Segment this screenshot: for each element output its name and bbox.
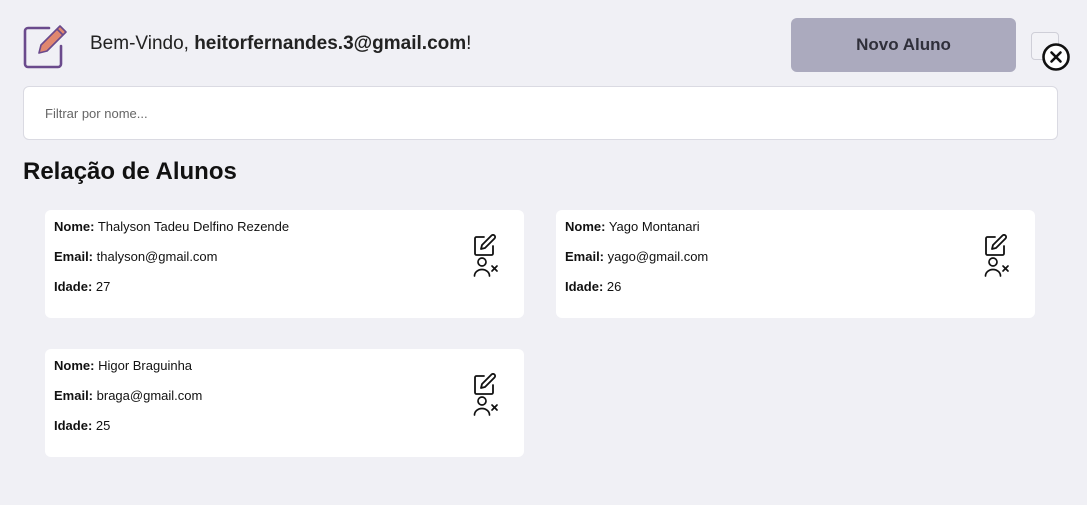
card-actions	[984, 234, 1010, 278]
user-remove-icon[interactable]	[984, 256, 1010, 278]
student-name: Nome: Higor Braguinha	[54, 358, 192, 373]
student-email: Email: thalyson@gmail.com	[54, 249, 218, 264]
email-label: Email:	[54, 388, 94, 403]
student-name: Nome: Thalyson Tadeu Delfino Rezende	[54, 219, 289, 234]
student-card: Nome: Higor Braguinha Email: braga@gmail…	[45, 349, 524, 457]
student-card: Nome: Yago Montanari Email: yago@gmail.c…	[556, 210, 1035, 318]
email-label: Email:	[565, 249, 605, 264]
user-remove-icon[interactable]	[473, 395, 499, 417]
student-age: Idade: 26	[565, 279, 621, 294]
welcome-message: Bem-Vindo, heitorfernandes.3@gmail.com!	[90, 33, 471, 55]
edit-icon[interactable]	[984, 234, 1008, 256]
age-value: 26	[606, 279, 622, 294]
user-remove-icon[interactable]	[473, 256, 499, 278]
email-value: braga@gmail.com	[96, 388, 203, 403]
user-email: heitorfernandes.3@gmail.com	[194, 33, 467, 54]
email-label: Email:	[54, 249, 94, 264]
search-input[interactable]	[23, 86, 1058, 140]
welcome-suffix: !	[466, 33, 472, 54]
edit-note-icon	[23, 25, 67, 69]
name-label: Nome:	[54, 358, 95, 373]
name-label: Nome:	[54, 219, 95, 234]
name-value: Higor Braguinha	[98, 358, 193, 373]
name-value: Thalyson Tadeu Delfino Rezende	[97, 219, 290, 234]
email-value: thalyson@gmail.com	[96, 249, 218, 264]
page-title: Relação de Alunos	[23, 158, 237, 185]
card-actions	[473, 373, 499, 417]
name-value: Yago Montanari	[608, 219, 700, 234]
name-label: Nome:	[565, 219, 606, 234]
age-value: 25	[95, 418, 111, 433]
email-value: yago@gmail.com	[607, 249, 709, 264]
edit-icon[interactable]	[473, 234, 497, 256]
student-age: Idade: 25	[54, 418, 110, 433]
student-email: Email: braga@gmail.com	[54, 388, 202, 403]
age-label: Idade:	[54, 418, 93, 433]
header: Bem-Vindo, heitorfernandes.3@gmail.com! …	[0, 0, 1087, 86]
card-actions	[473, 234, 499, 278]
age-value: 27	[95, 279, 111, 294]
age-label: Idade:	[565, 279, 604, 294]
new-student-button[interactable]: Novo Aluno	[791, 18, 1016, 72]
student-age: Idade: 27	[54, 279, 110, 294]
age-label: Idade:	[54, 279, 93, 294]
welcome-prefix: Bem-Vindo,	[90, 33, 195, 54]
student-card: Nome: Thalyson Tadeu Delfino Rezende Ema…	[45, 210, 524, 318]
student-email: Email: yago@gmail.com	[565, 249, 708, 264]
student-name: Nome: Yago Montanari	[565, 219, 700, 234]
close-icon[interactable]	[1041, 42, 1071, 72]
edit-icon[interactable]	[473, 373, 497, 395]
